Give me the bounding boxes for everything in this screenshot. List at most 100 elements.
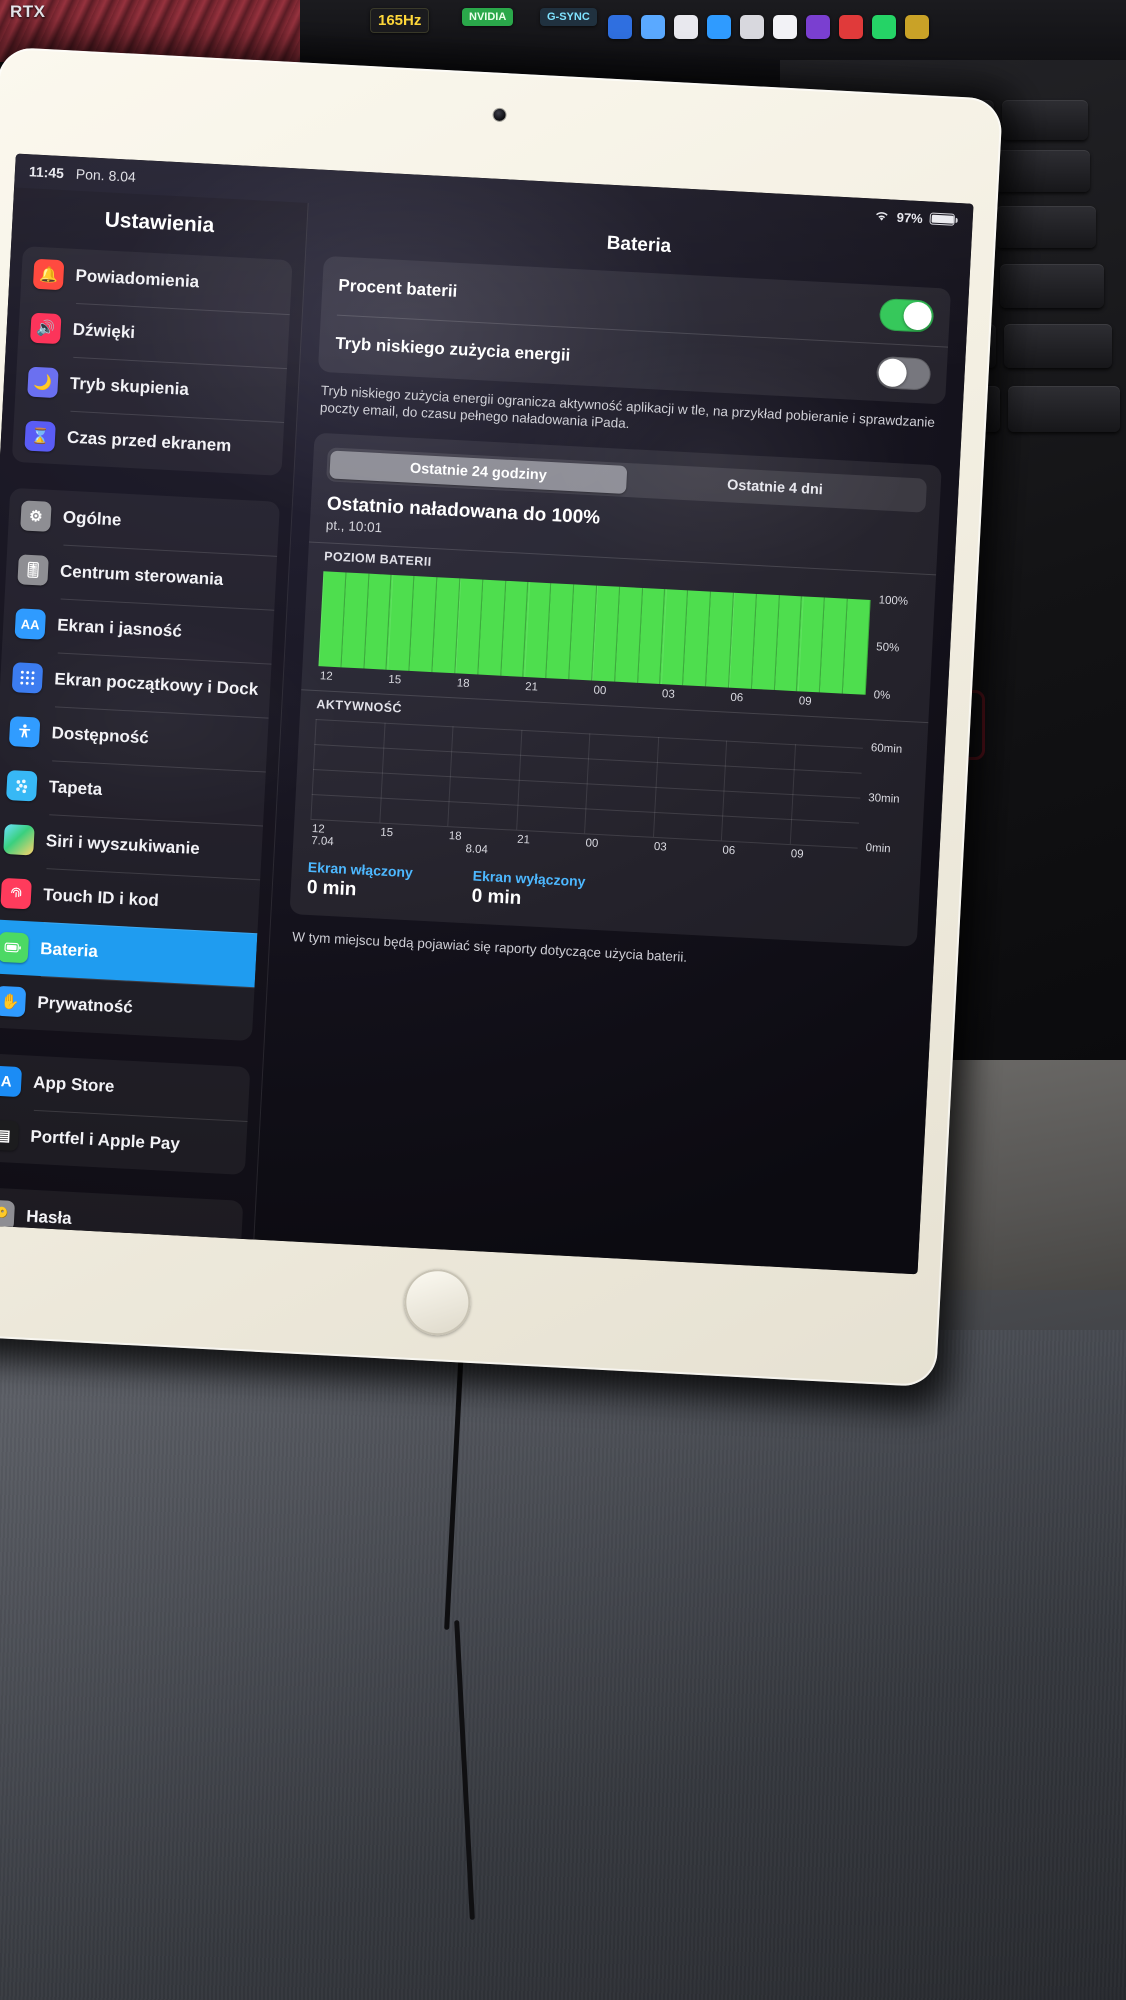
wallet-icon: ▤ — [0, 1119, 20, 1152]
y-tick-label: 100% — [878, 593, 909, 608]
nvidia-badge: NVIDIA — [462, 8, 514, 26]
taskbar-icon — [839, 15, 863, 39]
sidebar-item-label: Dostępność — [51, 723, 150, 748]
battery-usage-panel: Ostatnie 24 godziny Ostatnie 4 dni Ostat… — [289, 432, 942, 947]
battery-icon — [929, 212, 956, 226]
toggle-knob — [877, 358, 908, 388]
sidebar-item-label: Touch ID i kod — [42, 885, 160, 911]
x-tick-label: 18 — [456, 676, 470, 690]
segment-last-4-days[interactable]: Ostatnie 4 dni — [626, 466, 924, 510]
battery-percent-label: 97% — [896, 209, 924, 226]
sidebar-item-label: Siri i wyszukiwanie — [45, 831, 201, 859]
screen-off-value: 0 min — [471, 885, 522, 909]
keyboard-key — [1008, 386, 1120, 432]
y-tick-label: 50% — [875, 641, 900, 655]
sidebar-item-label: Dźwięki — [72, 319, 136, 343]
status-date: Pon. 8.04 — [75, 165, 137, 185]
aa-icon: AA — [14, 608, 47, 640]
x-date-label: 7.04 — [311, 834, 334, 848]
sidebar-group: 🔔 Powiadomienia 🔊 Dźwięki 🌙 Tryb skupien… — [11, 246, 293, 476]
settings-app: 11:45 Pon. 8.04 97% Ustawienia 🔔 Powiado… — [0, 154, 974, 1275]
sidebar-item-label: Ekran i jasność — [56, 615, 183, 641]
sidebar-item-label: Ogólne — [62, 507, 122, 530]
setting-label: Tryb niskiego zużycia energii — [334, 333, 571, 365]
taskbar-icon — [806, 15, 830, 39]
x-date-label: 8.04 — [465, 842, 489, 856]
appstore-icon: A — [0, 1065, 23, 1098]
y-tick-label: 0min — [865, 841, 891, 855]
y-tick-label: 30min — [868, 791, 900, 806]
ipad-screen: 11:45 Pon. 8.04 97% Ustawienia 🔔 Powiado… — [0, 153, 974, 1275]
front-camera-icon — [492, 108, 506, 122]
lap-fabric — [0, 1330, 1126, 2000]
keyboard-key — [1004, 324, 1112, 368]
sidebar-item-label: Centrum sterowania — [59, 561, 224, 590]
taskbar-icon — [872, 15, 896, 39]
sidebar-item-label: Bateria — [39, 938, 99, 961]
hand-icon: ✋ — [0, 985, 27, 1018]
x-tick-label: 06 — [730, 691, 744, 704]
taskbar-icon — [674, 15, 698, 39]
split-view: Ustawienia 🔔 Powiadomienia 🔊 Dźwięki 🌙 T… — [0, 187, 972, 1275]
sidebar-item-label: Prywatność — [36, 992, 134, 1017]
y-tick-label: 60min — [870, 741, 903, 756]
taskbar-icon — [641, 15, 665, 39]
wifi-icon — [876, 212, 888, 221]
status-time: 11:45 — [28, 163, 65, 182]
low-power-mode-toggle[interactable] — [875, 355, 932, 391]
sidebar-item-label: Portfel i Apple Pay — [29, 1126, 181, 1154]
refresh-rate-badge: 165Hz — [370, 8, 430, 33]
x-tick-label: 00 — [593, 684, 607, 697]
apps-grid-icon — [11, 662, 44, 694]
x-tick-label: 12 — [319, 669, 334, 683]
sidebar-item-label: Powiadomienia — [75, 265, 200, 292]
sidebar-item-label: App Store — [32, 1072, 115, 1097]
battery-fill — [931, 214, 954, 224]
taskbar-icon — [773, 15, 797, 39]
sidebar-item-label: Tapeta — [48, 777, 103, 799]
segment-last-24h[interactable]: Ostatnie 24 godziny — [329, 450, 628, 494]
x-tick-label: 15 — [388, 673, 402, 686]
bell-icon: 🔔 — [32, 258, 65, 291]
accessibility-icon — [8, 716, 41, 748]
screen-off-block: Ekran wyłączony 0 min — [471, 867, 586, 913]
laptop-taskbar — [600, 4, 1120, 50]
activity-y-axis: 60min 30min 0min — [858, 742, 911, 855]
x-tick-label: 21 — [524, 680, 539, 694]
sidebar-group: A App Store ▤ Portfel i Apple Pay — [0, 1052, 251, 1175]
taskbar-icon — [905, 15, 929, 39]
speaker-icon: 🔊 — [29, 312, 62, 345]
taskbar-icon — [608, 15, 632, 39]
battery-detail-pane: Bateria Procent baterii Tryb niskiego zu… — [254, 203, 971, 1274]
sidebar-group: ⚙ Ogólne 🎚 Centrum sterowania AA Ekran i… — [0, 487, 281, 1042]
rtx-label: RTX — [10, 2, 46, 21]
battery-green-icon — [0, 931, 30, 964]
siri-icon — [3, 823, 35, 856]
keyboard-key — [1000, 264, 1104, 308]
taskbar-icon — [707, 15, 731, 39]
sidebar-item-label: Ekran początkowy i Dock — [53, 669, 259, 699]
battery-percent-toggle[interactable] — [878, 298, 935, 333]
x-tick-label: 03 — [661, 687, 676, 701]
ipad-device: 11:45 Pon. 8.04 97% Ustawienia 🔔 Powiado… — [0, 32, 1022, 1415]
sidebar-item-label: Hasła — [25, 1206, 73, 1228]
gear-icon: ⚙ — [20, 500, 52, 532]
toggles-icon: 🎚 — [17, 554, 49, 586]
fingerprint-icon — [0, 877, 32, 910]
wallpaper-icon — [6, 770, 38, 802]
sidebar-item-label: Tryb skupienia — [69, 373, 190, 399]
battery-level-y-axis: 100% 50% 0% — [866, 594, 919, 702]
setting-label: Procent baterii — [337, 275, 458, 301]
key-icon: 🔑 — [0, 1199, 16, 1231]
taskbar-icon — [740, 15, 764, 39]
x-tick-label: 09 — [798, 694, 812, 708]
gsync-badge: G-SYNC — [540, 8, 597, 26]
toggle-knob — [902, 301, 933, 331]
screen-on-block: Ekran włączony 0 min — [306, 858, 413, 903]
sidebar-item-label: Czas przed ekranem — [66, 427, 232, 456]
hourglass-icon: ⌛ — [24, 420, 56, 453]
y-tick-label: 0% — [873, 688, 891, 702]
status-right-cluster: 97% — [873, 208, 956, 227]
moon-icon: 🌙 — [27, 366, 59, 399]
photo-scene: RTX 165Hz NVIDIA G-SYNC 11:45 Pon. 8.04 … — [0, 0, 1126, 2000]
